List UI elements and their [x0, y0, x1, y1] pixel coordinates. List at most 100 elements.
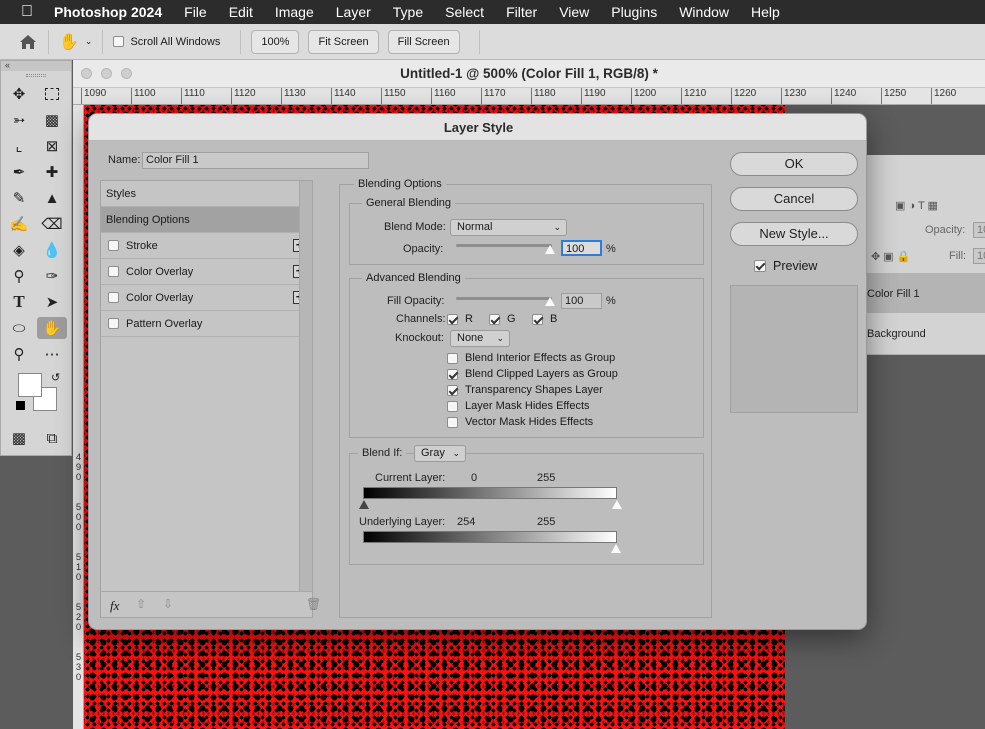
- lock-icons[interactable]: ✥ ▣ 🔒: [871, 250, 910, 263]
- opacity-slider-track[interactable]: [456, 244, 552, 247]
- layer-mask-hides-option[interactable]: Layer Mask Hides Effects: [447, 400, 590, 412]
- fill-opacity-field[interactable]: 100: [561, 293, 602, 309]
- swap-colors-icon[interactable]: ↺: [51, 371, 60, 384]
- ok-button[interactable]: OK: [730, 152, 858, 176]
- object-select-tool-icon[interactable]: ▩: [37, 109, 67, 131]
- current-layer-black-thumb[interactable]: [359, 500, 369, 509]
- ellipse-tool-icon[interactable]: ⬭: [4, 317, 34, 339]
- preview-checkbox[interactable]: [754, 260, 766, 272]
- menu-plugins[interactable]: Plugins: [611, 4, 657, 20]
- crop-tool-icon[interactable]: ⌞: [4, 135, 34, 157]
- opacity-field[interactable]: 10: [973, 222, 985, 238]
- underlying-layer-white-thumb[interactable]: [611, 544, 621, 553]
- type-tool-icon[interactable]: T: [4, 291, 34, 313]
- layer-row-color-fill[interactable]: Color Fill 1: [861, 273, 985, 313]
- style-item-blending-options[interactable]: Blending Options: [101, 207, 311, 233]
- channel-r-checkbox[interactable]: [447, 313, 458, 325]
- paint-bucket-icon[interactable]: ◈: [4, 239, 34, 261]
- pen-tool-icon[interactable]: ✑: [37, 265, 67, 287]
- style-item-pattern-overlay[interactable]: Pattern Overlay: [101, 311, 311, 337]
- menu-select[interactable]: Select: [445, 4, 484, 20]
- fill-field[interactable]: 10: [973, 248, 985, 264]
- layer-mask-hides-checkbox[interactable]: [447, 400, 458, 412]
- healing-brush-icon[interactable]: ✚: [37, 161, 67, 183]
- marquee-tool-icon[interactable]: [37, 83, 67, 105]
- name-field[interactable]: Color Fill 1: [142, 152, 369, 169]
- styles-header[interactable]: Styles: [101, 181, 311, 207]
- transparency-shapes-checkbox[interactable]: [447, 384, 458, 396]
- fx-icon[interactable]: fx: [110, 598, 119, 614]
- opacity-slider-thumb[interactable]: [545, 245, 555, 254]
- channel-b[interactable]: B: [532, 313, 557, 325]
- menu-edit[interactable]: Edit: [229, 4, 253, 20]
- home-icon[interactable]: [18, 34, 38, 50]
- lasso-tool-icon[interactable]: ➳: [4, 109, 34, 131]
- tools-collapse-button[interactable]: «: [1, 61, 71, 71]
- trash-icon[interactable]: 🗑: [306, 597, 321, 611]
- blur-tool-icon[interactable]: 💧: [37, 239, 67, 261]
- tools-grip[interactable]: [1, 71, 71, 79]
- new-style-button[interactable]: New Style...: [730, 222, 858, 246]
- default-colors-icon[interactable]: [16, 401, 25, 410]
- foreground-color-swatch[interactable]: [18, 373, 42, 397]
- more-tools-icon[interactable]: ⋯: [37, 343, 67, 365]
- blend-clipped-checkbox[interactable]: [447, 368, 458, 380]
- blend-interior-option[interactable]: Blend Interior Effects as Group: [447, 352, 615, 364]
- menu-image[interactable]: Image: [275, 4, 314, 20]
- scroll-all-windows-checkbox[interactable]: [113, 36, 125, 47]
- fill-opacity-slider-track[interactable]: [456, 297, 552, 300]
- menu-layer[interactable]: Layer: [336, 4, 371, 20]
- layer-kind-icons[interactable]: ▣ ◑ T ▦: [895, 199, 938, 212]
- screen-mode-icon[interactable]: ⧉: [37, 427, 67, 449]
- menu-window[interactable]: Window: [679, 4, 729, 20]
- quick-mask-icon[interactable]: ▩: [4, 427, 34, 449]
- dodge-tool-icon[interactable]: ⚲: [4, 265, 34, 287]
- channel-g-checkbox[interactable]: [489, 313, 500, 325]
- style-item-stroke[interactable]: Stroke +: [101, 233, 311, 259]
- pattern-overlay-checkbox[interactable]: [108, 318, 119, 329]
- stroke-checkbox[interactable]: [108, 240, 119, 251]
- app-menu[interactable]: Photoshop 2024: [54, 4, 162, 20]
- blend-mode-select[interactable]: Normal ⌄: [450, 219, 567, 236]
- menu-view[interactable]: View: [559, 4, 589, 20]
- menu-type[interactable]: Type: [393, 4, 423, 20]
- color-overlay-checkbox[interactable]: [108, 292, 119, 303]
- move-tool-icon[interactable]: ✥: [4, 83, 34, 105]
- blend-clipped-option[interactable]: Blend Clipped Layers as Group: [447, 368, 618, 380]
- color-overlay-checkbox[interactable]: [108, 266, 119, 277]
- eraser-tool-icon[interactable]: ⌫: [37, 213, 67, 235]
- menu-filter[interactable]: Filter: [506, 4, 537, 20]
- brush-tool-icon[interactable]: ✎: [4, 187, 34, 209]
- frame-tool-icon[interactable]: ⊠: [37, 135, 67, 157]
- blend-interior-checkbox[interactable]: [447, 352, 458, 364]
- preview-option[interactable]: Preview: [754, 259, 817, 273]
- channel-r[interactable]: R: [447, 313, 473, 325]
- history-brush-icon[interactable]: ✍: [4, 213, 34, 235]
- apple-icon[interactable]: : [0, 3, 54, 21]
- path-select-icon[interactable]: ➤: [37, 291, 67, 313]
- hand-tool-icon[interactable]: ✋: [59, 32, 79, 52]
- zoom-tool-icon[interactable]: ⚲: [4, 343, 34, 365]
- eyedropper-tool-icon[interactable]: ✒: [4, 161, 34, 183]
- chevron-down-icon[interactable]: ⌄: [85, 36, 93, 47]
- channel-b-checkbox[interactable]: [532, 313, 543, 325]
- blend-if-select[interactable]: Gray ⌄: [414, 445, 466, 462]
- style-item-color-overlay[interactable]: Color Overlay +: [101, 285, 311, 311]
- layer-row-background[interactable]: Background: [861, 315, 985, 355]
- vector-mask-hides-checkbox[interactable]: [447, 416, 458, 428]
- menu-help[interactable]: Help: [751, 4, 780, 20]
- clone-stamp-icon[interactable]: ▲: [37, 187, 67, 209]
- current-layer-white-thumb[interactable]: [612, 500, 622, 509]
- hand-tool-icon[interactable]: ✋: [37, 317, 67, 339]
- vector-mask-hides-option[interactable]: Vector Mask Hides Effects: [447, 416, 593, 428]
- style-item-color-overlay[interactable]: Color Overlay +: [101, 259, 311, 285]
- transparency-shapes-option[interactable]: Transparency Shapes Layer: [447, 384, 603, 396]
- knockout-select[interactable]: None ⌄: [450, 330, 510, 347]
- opacity-field[interactable]: 100: [561, 240, 602, 256]
- styles-list-scrollbar[interactable]: [299, 181, 312, 591]
- channel-g[interactable]: G: [489, 313, 516, 325]
- zoom-100-button[interactable]: 100%: [251, 29, 300, 54]
- fit-screen-button[interactable]: Fit Screen: [308, 29, 379, 54]
- menu-file[interactable]: File: [184, 4, 207, 20]
- fill-screen-button[interactable]: Fill Screen: [387, 29, 460, 54]
